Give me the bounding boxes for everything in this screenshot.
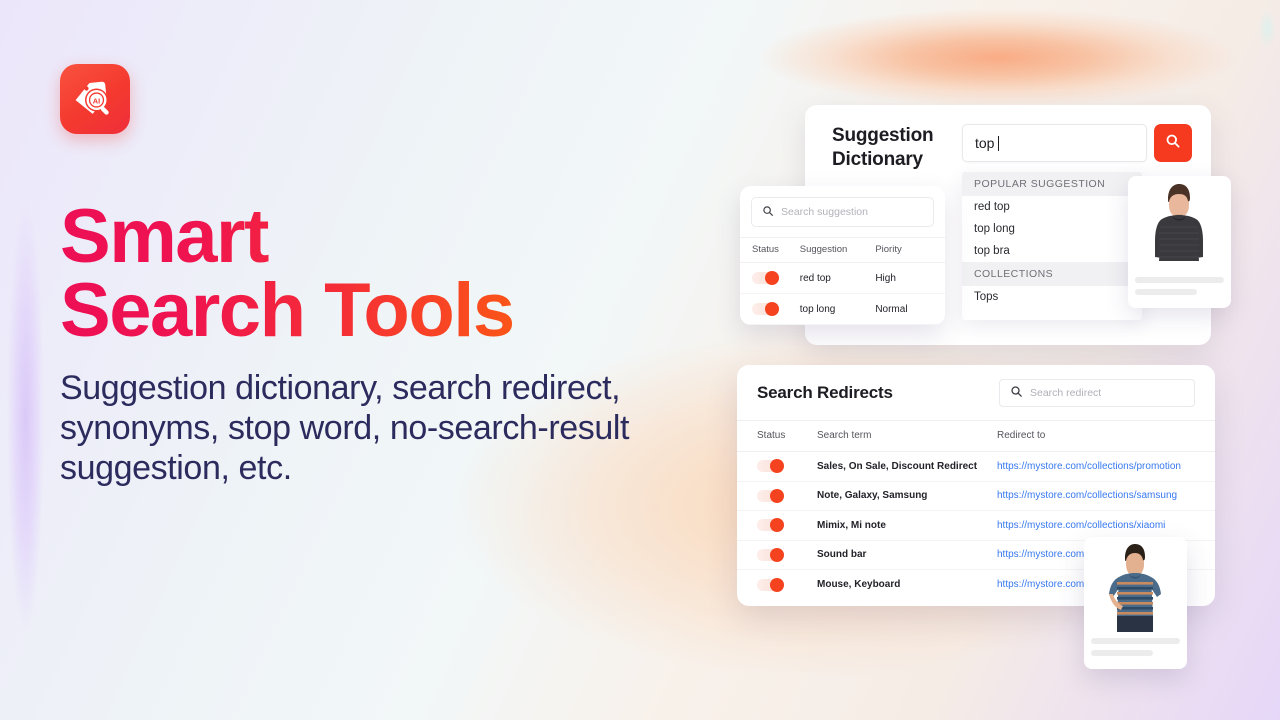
toggle-knob <box>765 302 779 316</box>
storefront-search-value: top <box>975 135 995 151</box>
toggle-knob <box>770 577 784 592</box>
toggle-knob <box>770 547 784 562</box>
status-toggle[interactable] <box>757 577 784 592</box>
search-icon <box>1165 133 1181 154</box>
toggle-knob <box>765 271 779 285</box>
status-toggle-cell <box>757 577 817 592</box>
search-redirects-header: Search Redirects Search redirect <box>737 365 1215 421</box>
status-toggle[interactable] <box>757 459 784 474</box>
suggestion-value: red top <box>799 272 831 284</box>
column-header-redirect-to: Redirect to <box>997 430 1046 441</box>
dropdown-section-heading-popular: POPULAR SUGGESTION <box>962 172 1142 196</box>
column-header-status: Status <box>752 244 779 255</box>
status-toggle[interactable] <box>757 518 784 533</box>
suggestion-value: top long <box>799 303 836 315</box>
product-image-man <box>1091 544 1180 632</box>
column-header-priority: Piority <box>875 244 902 255</box>
toggle-knob <box>770 488 784 503</box>
search-redirects-table-header: Status Search term Redirect to <box>737 421 1215 452</box>
sd-title-line-1: Suggestion <box>832 125 934 146</box>
product-card[interactable] <box>1128 176 1231 308</box>
table-row[interactable]: Sales, On Sale, Discount Redirect https:… <box>737 452 1215 482</box>
column-header-suggestion: Suggestion <box>799 244 848 255</box>
table-row[interactable]: top long Normal <box>740 294 945 325</box>
status-toggle-cell <box>757 459 817 474</box>
status-toggle-cell <box>757 488 817 503</box>
column-header-search-term: Search term <box>817 430 872 441</box>
status-toggle-cell <box>752 302 800 316</box>
column-header-status: Status <box>757 430 786 441</box>
product-image-woman <box>1135 183 1224 271</box>
search-term-value: Mouse, Keyboard <box>817 579 901 591</box>
search-redirects-title: Search Redirects <box>757 383 893 402</box>
text-cursor <box>998 135 1000 151</box>
hero-copy: AI Smart Search Tools Suggestion diction… <box>60 64 740 489</box>
subheadline: Suggestion dictionary, search redirect, … <box>60 369 630 487</box>
redirect-search-placeholder: Search redirect <box>1030 387 1102 399</box>
dropdown-item[interactable]: red top <box>962 196 1142 218</box>
sd-title-line-2: Dictionary <box>832 148 923 170</box>
storefront-search-button[interactable] <box>1154 124 1192 162</box>
priority-value: High <box>875 272 896 284</box>
product-placeholder-line <box>1135 289 1198 295</box>
dropdown-item[interactable]: top bra <box>962 240 1142 262</box>
table-row[interactable]: Note, Galaxy, Samsung https://mystore.co… <box>737 482 1215 511</box>
status-toggle[interactable] <box>757 488 784 503</box>
suggestion-search-wrap: Search suggestion <box>740 186 945 237</box>
app-logo: AI <box>60 64 130 134</box>
status-toggle-cell <box>752 271 800 285</box>
product-card[interactable] <box>1084 537 1187 669</box>
suggestion-table-header: Status Suggestion Piority <box>740 237 945 263</box>
dropdown-section-heading-collections: COLLECTIONS <box>962 262 1142 286</box>
suggestion-search-input[interactable]: Search suggestion <box>751 197 934 227</box>
storefront-search-bar[interactable]: top <box>962 124 1192 162</box>
svg-text:AI: AI <box>93 96 100 105</box>
toggle-knob <box>770 459 784 474</box>
status-toggle[interactable] <box>752 271 779 285</box>
search-term-value: Note, Galaxy, Samsung <box>817 490 928 502</box>
suggestion-dropdown[interactable]: POPULAR SUGGESTION red top top long top … <box>962 172 1142 320</box>
dropdown-item[interactable]: Tops <box>962 286 1142 308</box>
search-icon <box>1010 385 1023 401</box>
headline-line-2: Search Tools <box>60 267 514 353</box>
suggestion-search-placeholder: Search suggestion <box>781 206 868 218</box>
product-placeholder-line <box>1135 277 1224 283</box>
status-toggle-cell <box>757 547 817 562</box>
priority-value: Normal <box>875 303 908 315</box>
search-term-value: Sales, On Sale, Discount Redirect <box>817 460 978 472</box>
product-placeholder-line <box>1091 638 1180 644</box>
table-row[interactable]: red top High <box>740 263 945 294</box>
toggle-knob <box>770 518 784 533</box>
redirect-search-input[interactable]: Search redirect <box>999 379 1195 407</box>
headline-line-1: Smart <box>60 194 268 279</box>
search-term-value: Mimix, Mi note <box>817 519 886 531</box>
status-toggle-cell <box>757 518 817 533</box>
product-placeholder-line <box>1091 650 1154 656</box>
search-icon <box>762 205 774 220</box>
page-title: Smart Search Tools <box>60 200 514 347</box>
suggestion-dictionary-table-card: Search suggestion Status Suggestion Pior… <box>740 186 945 325</box>
search-term-value: Sound bar <box>817 549 867 561</box>
redirect-url-link[interactable]: https://mystore.com/collections/samsung <box>997 490 1195 501</box>
dropdown-item[interactable]: top long <box>962 218 1142 240</box>
status-toggle[interactable] <box>757 547 784 562</box>
redirect-url-link[interactable]: https://mystore.com/collections/xiaomi <box>997 520 1195 531</box>
redirect-url-link[interactable]: https://mystore.com/collections/promotio… <box>997 461 1195 472</box>
status-toggle[interactable] <box>752 302 779 316</box>
storefront-search-input[interactable]: top <box>962 124 1147 162</box>
suggestion-dictionary-title: Suggestion Dictionary <box>832 124 962 171</box>
